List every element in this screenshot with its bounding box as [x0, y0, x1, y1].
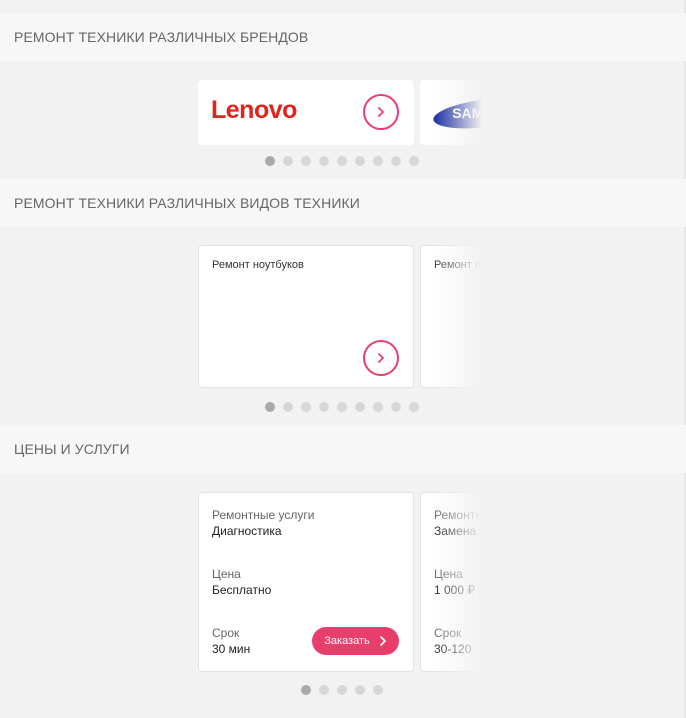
pagination-dot[interactable]	[337, 156, 347, 166]
types-section-title: РЕМОНТ ТЕХНИКИ РАЗЛИЧНЫХ ВИДОВ ТЕХНИКИ	[14, 195, 360, 211]
prices-section-title: ЦЕНЫ И УСЛУГИ	[14, 441, 130, 457]
pagination-dot[interactable]	[319, 156, 329, 166]
types-section-header: РЕМОНТ ТЕХНИКИ РАЗЛИЧНЫХ ВИДОВ ТЕХНИКИ	[0, 179, 686, 227]
term-value: 30 мин	[212, 642, 251, 656]
service-label: Ремонтн	[434, 508, 482, 522]
type-next-button[interactable]	[363, 340, 399, 376]
term-label: Срок	[212, 626, 240, 640]
pagination-dot[interactable]	[301, 685, 311, 695]
pagination-dot[interactable]	[319, 402, 329, 412]
pagination-dot[interactable]	[355, 156, 365, 166]
brands-pagination[interactable]	[265, 156, 419, 166]
pagination-dot[interactable]	[409, 402, 419, 412]
pagination-dot[interactable]	[355, 402, 365, 412]
pagination-dot[interactable]	[373, 156, 383, 166]
types-pagination[interactable]	[265, 402, 419, 412]
price-label: Цена	[212, 567, 241, 581]
brand-card-samsung[interactable]: SAMSUNG	[420, 80, 482, 145]
type-card-label: Ремонт п	[434, 259, 481, 271]
pagination-dot[interactable]	[319, 685, 329, 695]
chevron-right-icon	[378, 353, 384, 363]
chevron-right-icon	[379, 636, 386, 646]
brands-section-header: РЕМОНТ ТЕХНИКИ РАЗЛИЧНЫХ БРЕНДОВ	[0, 13, 686, 61]
samsung-logo: SAMSUNG	[433, 97, 482, 129]
types-carousel[interactable]: Ремонт ноутбуков Ремонт п	[198, 245, 482, 388]
order-button[interactable]: Заказать	[312, 627, 399, 655]
type-card-laptops[interactable]: Ремонт ноутбуков	[198, 245, 414, 388]
pagination-dot[interactable]	[283, 402, 293, 412]
type-card-second[interactable]: Ремонт п	[420, 245, 482, 388]
pagination-dot[interactable]	[301, 156, 311, 166]
pagination-dot[interactable]	[391, 156, 401, 166]
brand-next-button[interactable]	[363, 94, 399, 130]
service-label: Ремонтные услуги	[212, 508, 315, 522]
service-name: Замена	[434, 524, 477, 538]
pagination-dot[interactable]	[265, 156, 275, 166]
pagination-dot[interactable]	[409, 156, 419, 166]
price-card-diagnostics[interactable]: Ремонтные услуги Диагностика Цена Беспла…	[198, 492, 414, 672]
order-button-label: Заказать	[324, 635, 370, 647]
term-value: 30-120	[434, 642, 472, 656]
brand-card-lenovo[interactable]: Lenovo	[198, 80, 414, 145]
pagination-dot[interactable]	[337, 685, 347, 695]
chevron-right-icon	[378, 107, 384, 117]
prices-pagination[interactable]	[301, 685, 383, 695]
pagination-dot[interactable]	[355, 685, 365, 695]
pagination-dot[interactable]	[391, 402, 401, 412]
price-value: 1 000 ₽	[434, 583, 475, 597]
pagination-dot[interactable]	[283, 156, 293, 166]
pagination-dot[interactable]	[373, 402, 383, 412]
prices-section-header: ЦЕНЫ И УСЛУГИ	[0, 425, 686, 473]
service-name: Диагностика	[212, 524, 282, 538]
prices-carousel[interactable]: Ремонтные услуги Диагностика Цена Беспла…	[198, 492, 482, 672]
lenovo-logo: Lenovo	[211, 96, 297, 124]
pagination-dot[interactable]	[373, 685, 383, 695]
brands-carousel[interactable]: Lenovo SAMSUNG	[198, 80, 482, 145]
samsung-logo-text: SAMSUNG	[452, 105, 482, 121]
pagination-dot[interactable]	[301, 402, 311, 412]
price-card-replacement[interactable]: Ремонтн Замена Цена 1 000 ₽ Срок 30-120	[420, 492, 482, 672]
term-label: Срок	[434, 626, 462, 640]
price-value: Бесплатно	[212, 583, 272, 597]
pagination-dot[interactable]	[337, 402, 347, 412]
brands-section-title: РЕМОНТ ТЕХНИКИ РАЗЛИЧНЫХ БРЕНДОВ	[14, 29, 309, 45]
type-card-label: Ремонт ноутбуков	[212, 259, 304, 271]
pagination-dot[interactable]	[265, 402, 275, 412]
price-label: Цена	[434, 567, 463, 581]
